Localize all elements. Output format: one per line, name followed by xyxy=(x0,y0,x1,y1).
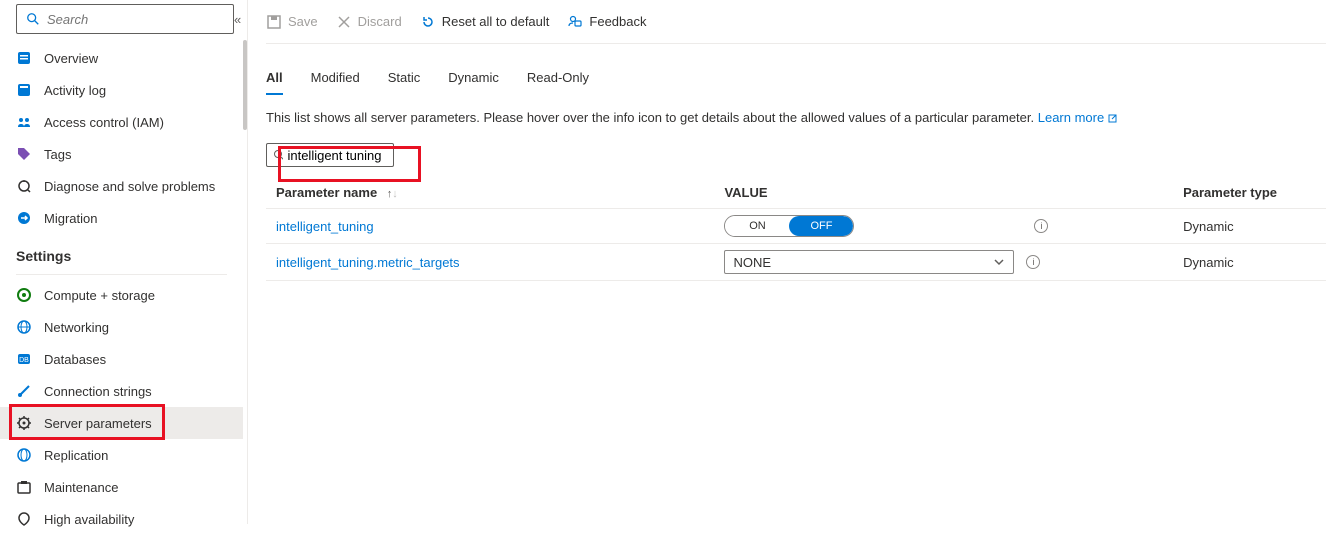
activity-icon xyxy=(16,82,32,98)
highlight-filter-input xyxy=(278,146,421,182)
sidebar-item-activity-log[interactable]: Activity log xyxy=(0,74,243,106)
sidebar-item-label: Maintenance xyxy=(44,480,118,495)
sidebar-item-diagnose[interactable]: Diagnose and solve problems xyxy=(0,170,243,202)
toggle-intelligent-tuning[interactable]: ON OFF xyxy=(724,215,854,237)
tab-all[interactable]: All xyxy=(266,64,283,95)
discard-button[interactable]: Discard xyxy=(336,14,402,30)
discard-icon xyxy=(336,14,352,30)
overview-icon xyxy=(16,50,32,66)
scrollbar[interactable] xyxy=(243,40,247,130)
sidebar-item-label: Replication xyxy=(44,448,108,463)
tab-modified[interactable]: Modified xyxy=(311,64,360,95)
param-type: Dynamic xyxy=(1173,209,1326,244)
learn-more-link[interactable]: Learn more xyxy=(1038,110,1118,125)
table-row: intelligent_tuning ON OFF i Dynamic xyxy=(266,209,1326,244)
sidebar-item-high-availability[interactable]: High availability xyxy=(0,503,243,535)
toggle-off[interactable]: OFF xyxy=(789,216,853,236)
toggle-on[interactable]: ON xyxy=(725,216,789,236)
chevron-down-icon xyxy=(993,256,1005,268)
sidebar-search[interactable] xyxy=(16,4,234,34)
sidebar: « Overview Activity log Access control (… xyxy=(0,0,248,524)
sidebar-item-label: High availability xyxy=(44,512,134,527)
svg-text:DB: DB xyxy=(19,357,29,364)
parameters-table: Parameter name ↑↓ VALUE Parameter type i… xyxy=(266,177,1326,281)
button-label: Save xyxy=(288,14,318,29)
search-icon xyxy=(25,11,41,27)
param-name-link[interactable]: intelligent_tuning xyxy=(276,219,374,234)
sidebar-item-label: Networking xyxy=(44,320,109,335)
tab-dynamic[interactable]: Dynamic xyxy=(448,64,499,95)
sidebar-item-label: Activity log xyxy=(44,83,106,98)
button-label: Discard xyxy=(358,14,402,29)
param-name-link[interactable]: intelligent_tuning.metric_targets xyxy=(276,255,460,270)
sidebar-item-maintenance[interactable]: Maintenance xyxy=(0,471,243,503)
sidebar-item-tags[interactable]: Tags xyxy=(0,138,243,170)
sidebar-item-label: Connection strings xyxy=(44,384,152,399)
feedback-icon xyxy=(567,14,583,30)
sidebar-section-settings: Settings xyxy=(0,234,243,270)
feedback-button[interactable]: Feedback xyxy=(567,14,646,30)
sidebar-item-access-control[interactable]: Access control (IAM) xyxy=(0,106,243,138)
save-button[interactable]: Save xyxy=(266,14,318,30)
sidebar-item-label: Diagnose and solve problems xyxy=(44,179,215,194)
filter-row xyxy=(266,143,1326,177)
description-text: This list shows all server parameters. P… xyxy=(266,110,1038,125)
sidebar-item-compute[interactable]: Compute + storage xyxy=(0,279,243,311)
compute-icon xyxy=(16,287,32,303)
reset-button[interactable]: Reset all to default xyxy=(420,14,550,30)
sidebar-item-label: Databases xyxy=(44,352,106,367)
sidebar-item-migration[interactable]: Migration xyxy=(0,202,243,234)
dropdown-value: NONE xyxy=(733,255,771,270)
sidebar-item-replication[interactable]: Replication xyxy=(0,439,243,471)
conn-icon xyxy=(16,383,32,399)
tab-read-only[interactable]: Read-Only xyxy=(527,64,589,95)
main-content: Save Discard Reset all to default Feedba… xyxy=(248,0,1338,524)
sidebar-item-label: Access control (IAM) xyxy=(44,115,164,130)
description: This list shows all server parameters. P… xyxy=(266,110,1326,125)
diagnose-icon xyxy=(16,178,32,194)
sidebar-item-label: Tags xyxy=(44,147,71,162)
tabs: All Modified Static Dynamic Read-Only xyxy=(266,64,1326,96)
column-header-value[interactable]: VALUE xyxy=(714,177,1173,209)
migration-icon xyxy=(16,210,32,226)
param-type: Dynamic xyxy=(1173,244,1326,281)
db-icon: DB xyxy=(16,351,32,367)
iam-icon xyxy=(16,114,32,130)
button-label: Reset all to default xyxy=(442,14,550,29)
highlight-server-parameters xyxy=(9,404,165,440)
reset-icon xyxy=(420,14,436,30)
toolbar: Save Discard Reset all to default Feedba… xyxy=(266,0,1326,44)
sidebar-item-databases[interactable]: DB Databases xyxy=(0,343,243,375)
divider xyxy=(16,274,227,275)
info-icon[interactable]: i xyxy=(1026,255,1040,269)
column-header-type[interactable]: Parameter type xyxy=(1173,177,1326,209)
collapse-sidebar-button[interactable]: « xyxy=(234,12,241,27)
dropdown-metric-targets[interactable]: NONE xyxy=(724,250,1014,274)
sidebar-item-networking[interactable]: Networking xyxy=(0,311,243,343)
sort-icon: ↑↓ xyxy=(387,188,398,200)
table-row: intelligent_tuning.metric_targets NONE i… xyxy=(266,244,1326,281)
button-label: Feedback xyxy=(589,14,646,29)
tab-static[interactable]: Static xyxy=(388,64,421,95)
sidebar-search-input[interactable] xyxy=(47,12,225,27)
sidebar-item-label: Migration xyxy=(44,211,97,226)
network-icon xyxy=(16,319,32,335)
tags-icon xyxy=(16,146,32,162)
maintenance-icon xyxy=(16,479,32,495)
info-icon[interactable]: i xyxy=(1034,219,1048,233)
ha-icon xyxy=(16,511,32,527)
sidebar-item-connection-strings[interactable]: Connection strings xyxy=(0,375,243,407)
sidebar-item-overview[interactable]: Overview xyxy=(0,42,243,74)
sidebar-item-label: Overview xyxy=(44,51,98,66)
replication-icon xyxy=(16,447,32,463)
sidebar-item-label: Compute + storage xyxy=(44,288,155,303)
save-icon xyxy=(266,14,282,30)
